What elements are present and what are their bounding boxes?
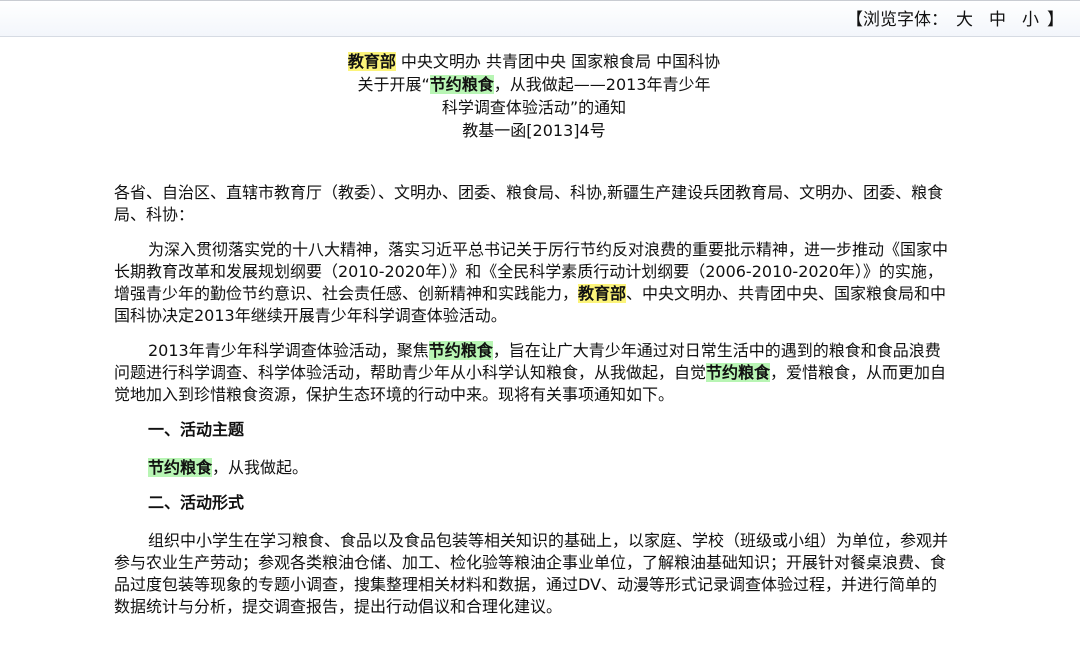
theme-highlight: 节约粮食 [148, 458, 213, 477]
paragraph-3: 组织中小学生在学习粮食、食品以及食品包装等相关知识的基础上，以家庭、学校（班级或… [114, 531, 949, 616]
font-size-medium-link[interactable]: 中 [989, 9, 1006, 31]
theme-paragraph: 节约粮食，从我做起。 [114, 457, 950, 479]
salutation: 各省、自治区、直辖市教育厅（教委）、文明办、团委、粮食局、科协,新疆生产建设兵团… [114, 183, 944, 224]
title-line-1: 关于开展“节约粮食，从我做起——2013年青少年 [0, 73, 1068, 96]
font-size-selector: 【浏览字体： 大中小】 [846, 9, 1064, 31]
document-number: 教基一函[2013]4号 [462, 121, 606, 140]
paragraph-2-highlight-1: 节约粮食 [428, 341, 493, 360]
paragraph-1: 为深入贯彻落实党的十八大精神，落实习近平总书记关于厉行节约反对浪费的重要批示精神… [114, 239, 950, 327]
title-highlight: 节约粮食 [429, 75, 494, 94]
section-heading-2: 二、活动形式 [148, 493, 245, 512]
section-heading-1: 一、活动主题 [148, 420, 245, 439]
paragraph-2: 2013年青少年科学调查体验活动，聚焦节约粮食，旨在让广大青少年通过对日常生活中… [114, 340, 950, 406]
paragraph-2-text-a: 2013年青少年科学调查体验活动，聚焦 [148, 341, 429, 360]
top-toolbar: 【浏览字体： 大中小】 [0, 0, 1080, 37]
title-rest: ，从我做起——2013年青少年 [493, 75, 711, 94]
issuer-highlight: 教育部 [347, 52, 396, 71]
theme-rest: ，从我做起。 [212, 458, 309, 477]
title-prefix: 关于开展“ [357, 75, 430, 94]
issuers-line: 教育部 中央文明办 共青团中央 国家粮食局 中国科协 [0, 50, 1068, 73]
font-size-small-link[interactable]: 小 [1022, 9, 1039, 31]
issuer-rest: 中央文明办 共青团中央 国家粮食局 中国科协 [395, 52, 721, 71]
document-body: 各省、自治区、直辖市教育厅（教委）、文明办、团委、粮食局、科协,新疆生产建设兵团… [114, 182, 950, 631]
title-line-2: 科学调查体验活动”的通知 [441, 98, 627, 117]
document-header: 教育部 中央文明办 共青团中央 国家粮食局 中国科协 关于开展“节约粮食，从我做… [0, 50, 1068, 142]
font-size-prefix: 【浏览字体： [846, 10, 948, 30]
font-size-suffix: 】 [1047, 10, 1064, 30]
paragraph-1-highlight: 教育部 [578, 284, 627, 303]
paragraph-2-highlight-2: 节约粮食 [706, 363, 771, 382]
font-size-large-link[interactable]: 大 [956, 9, 973, 31]
